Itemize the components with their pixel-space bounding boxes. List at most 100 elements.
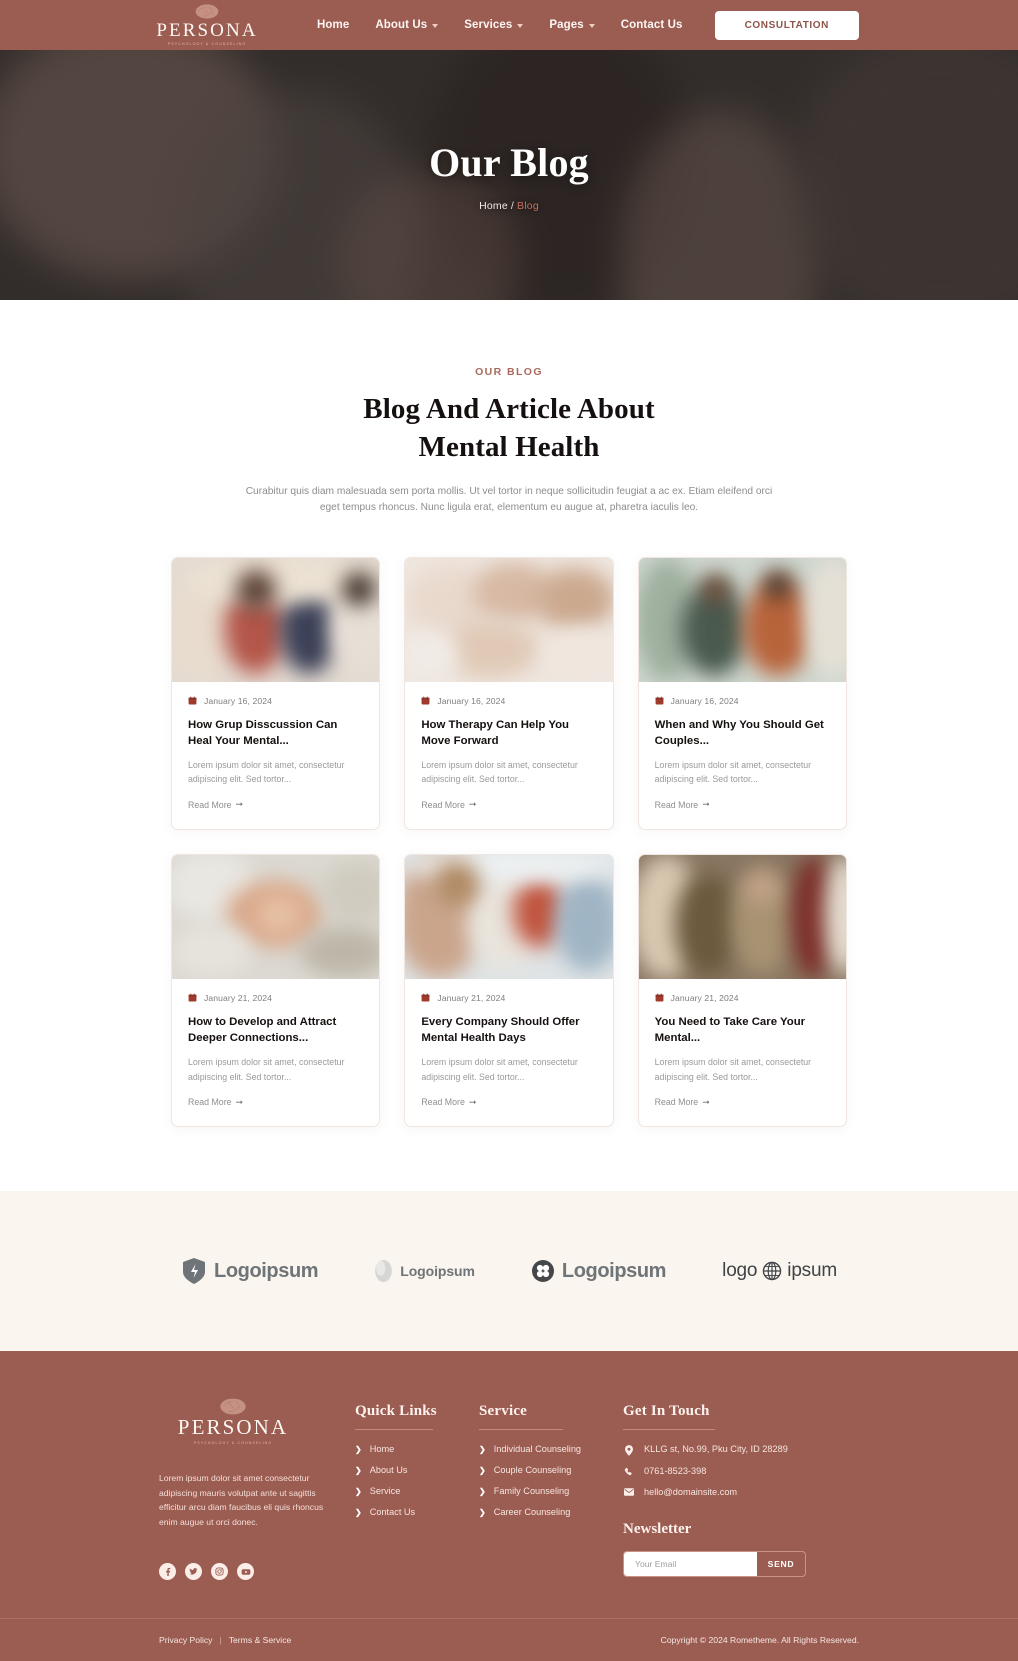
blog-card-excerpt: Lorem ipsum dolor sit amet, consectetur … (421, 1057, 578, 1082)
nav-item-services[interactable]: Services (464, 19, 524, 31)
partner-logo-name: Logoipsum (214, 1259, 319, 1282)
blog-card[interactable]: January 21, 2024 Every Company Should Of… (404, 853, 614, 1128)
newsletter-send-button[interactable]: SEND (757, 1552, 805, 1576)
nav-item-contact-us[interactable]: Contact Us (621, 19, 683, 31)
blog-card-body: January 16, 2024 How Therapy Can Help Yo… (405, 682, 612, 829)
nav-item-pages[interactable]: Pages (549, 19, 595, 31)
heading-rule (623, 1429, 715, 1431)
footer-link-label: Individual Counseling (493, 1444, 582, 1455)
footer-link-about-us[interactable]: ❯ About Us (355, 1465, 479, 1475)
partner-logo-name-right: ipsum (787, 1260, 837, 1282)
blog-card-title[interactable]: When and Why You Should Get Couples... (655, 717, 830, 749)
facebook-icon[interactable] (159, 1563, 176, 1581)
nav-item-home[interactable]: Home (317, 19, 349, 31)
instagram-icon[interactable] (211, 1563, 228, 1581)
envelope-icon (623, 1487, 634, 1497)
footer-bottom-inner: Privacy Policy | Terms & Service Copyrig… (159, 1619, 859, 1661)
read-more-link[interactable]: Read More ➞ (421, 1097, 476, 1108)
read-more-link[interactable]: Read More ➞ (188, 799, 243, 810)
partner-logo-3: Logoipsum (531, 1259, 666, 1283)
chevron-right-icon: ❯ (479, 1507, 486, 1517)
privacy-policy-link[interactable]: Privacy Policy (159, 1635, 212, 1645)
blog-card-date: January 16, 2024 (437, 695, 506, 706)
footer-logo-wordmark: PERSONA (177, 1415, 289, 1440)
blog-card[interactable]: January 16, 2024 How Grup Disscussion Ca… (171, 556, 381, 830)
calendar-icon (188, 994, 197, 1002)
blog-card-title[interactable]: How to Develop and Attract Deeper Connec… (188, 1014, 363, 1046)
breadcrumb-home[interactable]: Home (479, 200, 508, 212)
chevron-right-icon: ❯ (479, 1444, 486, 1454)
blog-card-excerpt: Lorem ipsum dolor sit amet, consectetur … (188, 1057, 345, 1082)
blog-card-date-row: January 16, 2024 (421, 696, 596, 706)
chevron-down-icon (588, 24, 595, 28)
partner-logo-name: Logoipsum (400, 1263, 475, 1280)
footer-link-career-counseling[interactable]: ❯ Career Counseling (479, 1507, 623, 1517)
footer-email-text: hello@domainsite.com (644, 1487, 738, 1498)
blog-card-date-row: January 21, 2024 (421, 993, 596, 1003)
blog-card[interactable]: January 21, 2024 You Need to Take Care Y… (637, 853, 847, 1128)
shield-logo-icon (183, 1258, 205, 1285)
section-title-line2: Mental Health (418, 431, 600, 464)
chevron-down-icon (432, 24, 439, 28)
header-inner: PERSONA PSYCHOLOGY & COUNSELING Home Abo… (156, 3, 859, 47)
footer-link-family-counseling[interactable]: ❯ Family Counseling (479, 1486, 623, 1496)
read-more-link[interactable]: Read More ➞ (655, 799, 710, 810)
chevron-right-icon: ❯ (479, 1465, 486, 1475)
consultation-button[interactable]: CONSULTATION (714, 10, 859, 40)
blog-card[interactable]: January 16, 2024 When and Why You Should… (637, 556, 847, 830)
footer-link-individual-counseling[interactable]: ❯ Individual Counseling (479, 1444, 623, 1454)
read-more-label: Read More (188, 799, 232, 810)
blog-card-title[interactable]: How Therapy Can Help You Move Forward (421, 717, 596, 749)
blog-card-title[interactable]: Every Company Should Offer Mental Health… (421, 1014, 596, 1046)
twitter-icon[interactable] (185, 1563, 202, 1581)
site-logo[interactable]: PERSONA PSYCHOLOGY & COUNSELING (156, 3, 256, 47)
read-more-link[interactable]: Read More ➞ (188, 1097, 243, 1108)
page-title: Our Blog (429, 139, 589, 185)
blog-card[interactable]: January 21, 2024 How to Develop and Attr… (171, 853, 381, 1128)
blog-card-date-row: January 21, 2024 (655, 993, 830, 1003)
logo-subtitle: PSYCHOLOGY & COUNSELING (167, 42, 247, 47)
partner-logo-1: Logoipsum (181, 1257, 319, 1285)
footer-phone[interactable]: 0761-8523-398 (623, 1466, 859, 1477)
footer-link-contact-us[interactable]: ❯ Contact Us (355, 1507, 479, 1517)
nav-item-about-us[interactable]: About Us (375, 19, 439, 31)
chevron-right-icon: ❯ (355, 1507, 362, 1517)
newsletter-email-input[interactable] (624, 1552, 757, 1577)
read-more-link[interactable]: Read More ➞ (655, 1097, 710, 1108)
site-footer: PERSONA PSYCHOLOGY & COUNSELING Lorem ip… (0, 1351, 1018, 1661)
footer-email[interactable]: hello@domainsite.com (623, 1487, 859, 1497)
globe-logo-icon (763, 1262, 782, 1281)
footer-heading-quick-links: Quick Links (355, 1403, 437, 1420)
youtube-icon[interactable] (237, 1563, 254, 1581)
blog-card-body: January 16, 2024 How Grup Disscussion Ca… (172, 682, 379, 829)
breadcrumb-separator: / (510, 199, 515, 212)
footer-link-label: Contact Us (369, 1507, 416, 1518)
read-more-link[interactable]: Read More ➞ (421, 799, 476, 810)
blog-card-title[interactable]: How Grup Disscussion Can Heal Your Menta… (188, 717, 363, 749)
blog-card[interactable]: January 16, 2024 How Therapy Can Help Yo… (404, 556, 614, 830)
footer-link-home[interactable]: ❯ Home (355, 1444, 479, 1454)
site-header: PERSONA PSYCHOLOGY & COUNSELING Home Abo… (0, 0, 1018, 50)
blog-card-date-row: January 16, 2024 (655, 696, 830, 706)
partner-logos-section: Logoipsum Logoipsum Logoipsum logo ipsum (0, 1191, 1018, 1352)
partner-logo-2: Logoipsum (374, 1259, 475, 1283)
page-root: PERSONA PSYCHOLOGY & COUNSELING Home Abo… (0, 0, 1018, 1661)
read-more-label: Read More (654, 799, 699, 810)
partner-logo-4: logo ipsum (722, 1260, 837, 1282)
footer-quick-links-column: Quick Links ❯ Home ❯ About Us ❯ Service … (355, 1397, 479, 1528)
chevron-right-icon: ❯ (479, 1486, 486, 1496)
footer-brand-column: PERSONA PSYCHOLOGY & COUNSELING Lorem ip… (159, 1397, 355, 1581)
blog-card-image (172, 557, 380, 682)
footer-address: KLLG st, No.99, Pku City, ID 28289 (623, 1444, 859, 1457)
blog-section: OUR BLOG Blog And Article About Mental H… (0, 300, 1018, 1192)
footer-link-service[interactable]: ❯ Service (355, 1486, 479, 1496)
footer-link-label: Family Counseling (493, 1486, 570, 1497)
footer-logo[interactable]: PERSONA PSYCHOLOGY & COUNSELING (173, 1397, 293, 1445)
footer-link-couple-counseling[interactable]: ❯ Couple Counseling (479, 1465, 623, 1475)
blog-card-excerpt: Lorem ipsum dolor sit amet, consectetur … (188, 759, 345, 785)
hero-banner: Our Blog Home / Blog (0, 50, 1018, 300)
terms-service-link[interactable]: Terms & Service (229, 1635, 292, 1645)
main-nav: Home About Us Services Pages Contact Us (317, 19, 682, 31)
blog-card-title[interactable]: You Need to Take Care Your Mental... (655, 1014, 830, 1046)
blog-card-image (405, 557, 613, 682)
